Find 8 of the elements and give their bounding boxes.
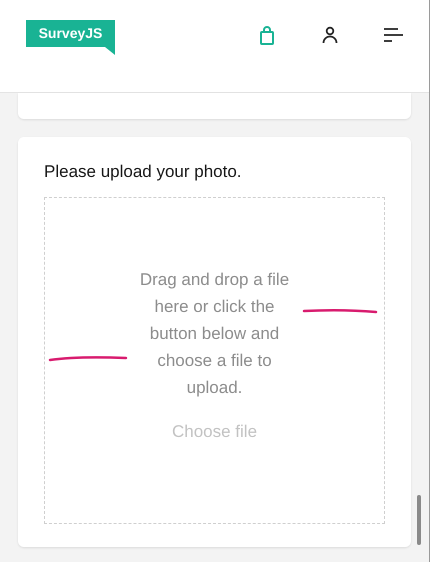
drop-instructions: Drag and drop a file here or click the button below and choose a file to upload.	[138, 268, 290, 398]
choose-file-button[interactable]: Choose file	[172, 418, 258, 444]
menu-icon[interactable]	[384, 28, 403, 42]
shopping-bag-icon[interactable]	[259, 26, 275, 45]
question-title: Please upload your photo.	[44, 161, 243, 183]
scrollbar-thumb[interactable]	[417, 495, 421, 545]
drop-zone[interactable]: Drag and drop a file here or click the button below and choose a file to upload. Choose file	[44, 196, 385, 524]
user-icon[interactable]	[322, 26, 338, 44]
